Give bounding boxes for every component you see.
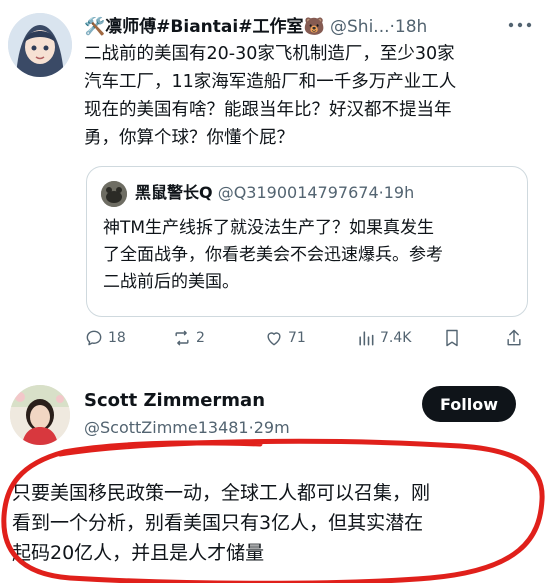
tweet-text-line: 勇，你算个球？你懂个屁？ (84, 128, 294, 148)
repost-button[interactable]: 2 (172, 328, 205, 348)
quoted-text-line: 了全面战争，你看老美会不会迅速爆兵。参考 (103, 245, 443, 265)
reply-author-handle[interactable]: @ScottZimme13481 (84, 418, 249, 437)
views-chart-icon (359, 331, 374, 346)
reply-time[interactable]: 29m (254, 418, 290, 437)
bookmark-icon (446, 329, 458, 347)
quoted-author-handle: @Q3190014797674 (217, 183, 379, 202)
tweet-actions: 18 2 71 7.4K (84, 328, 528, 352)
share-button[interactable] (504, 328, 528, 348)
reply-author-avatar[interactable] (10, 385, 70, 445)
bookmark-button[interactable] (442, 328, 466, 348)
quoted-author-avatar (101, 181, 127, 207)
reply-author-name[interactable]: Scott Zimmerman (84, 390, 265, 411)
tweet-text: 二战前的美国有20-30家飞机制造厂，至少30家 汽车工厂，11家海军造船厂和一… (84, 40, 534, 152)
quoted-header: 黑鼠警长Q @Q3190014797674·19h (135, 179, 414, 203)
tweet-text-line: 二战前的美国有20-30家飞机制造厂，至少30家 (84, 44, 455, 64)
quoted-text-line: 神TM生产线拆了就没法生产了？如果真发生 (103, 218, 435, 238)
heart-icon (267, 332, 281, 346)
quoted-text: 神TM生产线拆了就没法生产了？如果真发生 了全面战争，你看老美会不会迅速爆兵。参… (103, 215, 517, 296)
reply-author-meta: @ScottZimme13481·29m (84, 418, 290, 437)
author-avatar[interactable] (8, 13, 72, 77)
reply-count: 18 (108, 330, 126, 346)
reply-text-line: 只要美国移民政策一动，全球工人都可以召集，刚 (12, 482, 431, 504)
quoted-tweet[interactable]: 黑鼠警长Q @Q3190014797674·19h 神TM生产线拆了就没法生产了… (86, 166, 528, 317)
share-icon (507, 329, 521, 346)
reply-tweet-text: 只要美国移民政策一动，全球工人都可以召集，刚 看到一个分析，别看美国只有3亿人，… (12, 478, 532, 568)
view-count: 7.4K (380, 330, 412, 346)
like-count: 71 (288, 330, 306, 346)
reply-button[interactable]: 18 (84, 328, 126, 348)
author-name[interactable]: 🛠️凛师傅#Biantai#工作室🐻 (84, 17, 325, 37)
quoted-author-name: 黑鼠警长Q (135, 183, 213, 202)
tweet-header: 🛠️凛师傅#Biantai#工作室🐻 @Shi...·18h (84, 12, 427, 37)
repost-count: 2 (196, 330, 205, 346)
reply-icon (86, 330, 102, 346)
more-horizontal-icon[interactable] (506, 16, 534, 34)
follow-button[interactable]: Follow (422, 386, 516, 422)
quoted-text-line: 二战前后的美国。 (103, 272, 239, 292)
tweet-text-line: 汽车工厂，11家海军造船厂和一千多万产业工人 (84, 72, 457, 92)
tweet-time[interactable]: 18h (395, 17, 427, 37)
reply-text-line: 看到一个分析，别看美国只有3亿人，但其实潜在 (12, 512, 424, 534)
author-handle[interactable]: @Shi... (330, 17, 390, 37)
reply-text-line: 起码20亿人，并且是人才储量 (12, 542, 265, 564)
repost-icon (175, 330, 189, 346)
quoted-time: 19h (383, 183, 415, 202)
like-button[interactable]: 71 (264, 328, 306, 348)
views-button[interactable]: 7.4K (356, 328, 411, 348)
tweet-text-line: 现在的美国有啥？能跟当年比？好汉都不提当年 (84, 100, 452, 120)
